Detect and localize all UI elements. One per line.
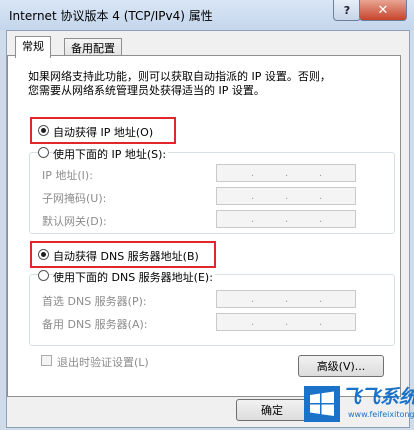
preferred-dns-label: 首选 DNS 服务器(P): [42, 295, 147, 308]
subnet-mask-label: 子网掩码(U): [42, 192, 107, 205]
validate-on-exit-label: 退出时验证设置(L) [57, 356, 149, 369]
alternate-dns-label: 备用 DNS 服务器(A): [42, 318, 148, 331]
title-bar[interactable]: Internet 协议版本 4 (TCP/IPv4) 属性 ? ✕ [0, 0, 414, 30]
ip-auto-label[interactable]: 自动获得 IP 地址(O) [53, 124, 153, 140]
dns-manual-radio[interactable] [38, 270, 49, 281]
alternate-dns-input: ... [216, 313, 356, 331]
ok-button[interactable]: 确定 [236, 399, 308, 421]
default-gateway-input: ... [216, 210, 356, 228]
ip-manual-radio[interactable] [38, 147, 49, 158]
subnet-mask-input: ... [216, 187, 356, 205]
dns-auto-label[interactable]: 自动获得 DNS 服务器地址(B) [53, 248, 199, 264]
watermark-url: www.feifeixitong.com [348, 410, 414, 419]
window-title: Internet 协议版本 4 (TCP/IPv4) 属性 [9, 9, 213, 23]
default-gateway-label: 默认网关(D): [42, 215, 107, 228]
advanced-button[interactable]: 高级(V)... [298, 355, 384, 377]
watermark-name: 飞飞系统 [342, 386, 414, 408]
watermark: 飞飞系统 www.feifeixitong.com [304, 380, 414, 430]
ip-address-label: IP 地址(I): [42, 169, 93, 182]
help-icon: ? [343, 3, 351, 17]
dns-manual-label[interactable]: 使用下面的 DNS 服务器地址(E): [53, 269, 215, 285]
help-button[interactable]: ? [333, 0, 361, 21]
close-button[interactable]: ✕ [359, 0, 407, 21]
validate-on-exit-checkbox [41, 355, 52, 366]
windows-logo-icon [304, 386, 340, 422]
ip-auto-radio[interactable] [38, 125, 49, 136]
ip-address-input: ... [216, 164, 356, 182]
tab-general[interactable]: 常规 [15, 36, 51, 58]
close-icon: ✕ [377, 2, 389, 18]
dns-auto-radio[interactable] [38, 249, 49, 260]
ip-manual-label[interactable]: 使用下面的 IP 地址(S): [53, 146, 169, 162]
description-line-2: 您需要从网络系统管理员处获得适当的 IP 设置。 [28, 84, 265, 97]
preferred-dns-input: ... [216, 290, 356, 308]
